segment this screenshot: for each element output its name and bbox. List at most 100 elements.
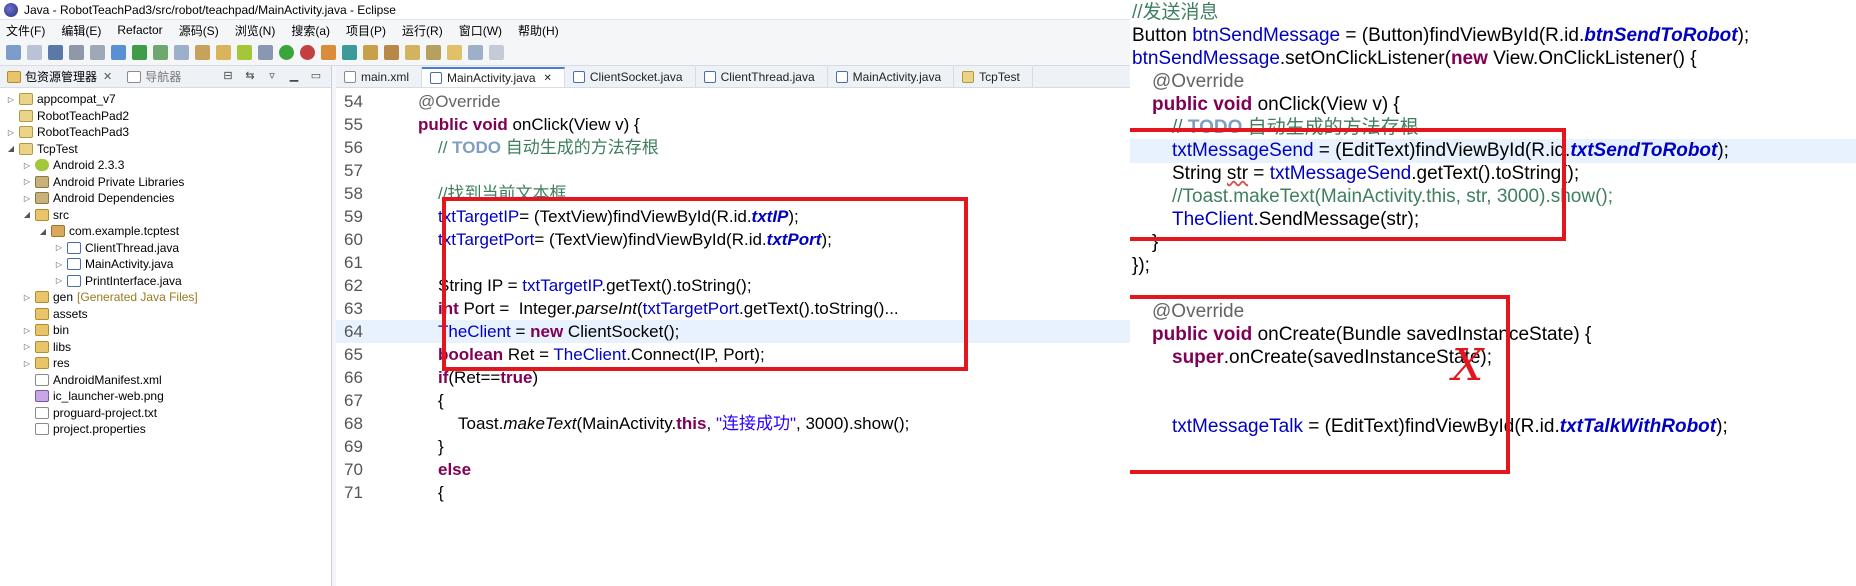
code-line[interactable]: 61 — [336, 251, 1130, 274]
menu-project[interactable]: 项目(P) — [346, 22, 386, 39]
code-line[interactable]: 55 public void onClick(View v) { — [336, 113, 1130, 136]
tree-expand-icon[interactable]: ▷ — [22, 293, 32, 302]
tree-item[interactable]: ◢ TcpTest — [0, 141, 331, 158]
collapse-all-icon[interactable]: ⊟ — [221, 70, 235, 82]
tree-expand-icon[interactable]: ▷ — [22, 161, 32, 170]
tree-item[interactable]: ▷ PrintInterface.java — [0, 273, 331, 290]
tree-expand-icon[interactable]: ◢ — [6, 144, 16, 153]
prev-annotation-icon[interactable] — [447, 45, 462, 60]
code-line[interactable]: 54 @Override — [336, 90, 1130, 113]
close-icon[interactable]: ✕ — [103, 70, 112, 83]
editor-tab[interactable]: ClientThread.java — [696, 67, 828, 87]
link-with-editor-icon[interactable]: ⇆ — [243, 70, 257, 82]
menu-run[interactable]: 运行(R) — [402, 22, 443, 39]
tree-expand-icon[interactable]: ▷ — [22, 194, 32, 203]
tree-expand-icon[interactable]: ▷ — [22, 326, 32, 335]
tree-expand-icon[interactable]: ▷ — [54, 276, 64, 285]
close-tab-icon[interactable]: ✕ — [544, 73, 552, 84]
tree-expand-icon[interactable]: ▷ — [22, 342, 32, 351]
tree-item[interactable]: ▷ Android Private Libraries — [0, 174, 331, 191]
menu-search[interactable]: 搜索(a) — [291, 22, 330, 39]
tree-expand-icon[interactable]: ◢ — [22, 210, 32, 219]
minimize-icon[interactable]: ▁ — [287, 70, 301, 82]
tree-item[interactable]: ▷ Android 2.3.3 — [0, 157, 331, 174]
open-type-icon[interactable] — [321, 45, 336, 60]
code-line[interactable]: 56 // TODO 自动生成的方法存根 — [336, 136, 1130, 159]
new-icon[interactable] — [6, 45, 21, 60]
tree-expand-icon[interactable]: ▷ — [22, 359, 32, 368]
code-line[interactable]: 67 { — [336, 389, 1130, 412]
pin-icon[interactable] — [405, 45, 420, 60]
external-tools-icon[interactable] — [258, 45, 273, 60]
tree-expand-icon[interactable]: ▷ — [22, 177, 32, 186]
new-project-icon[interactable] — [174, 45, 189, 60]
tree-item[interactable]: ▷ Android Dependencies — [0, 190, 331, 207]
tree-item[interactable]: ▷ gen [Generated Java Files] — [0, 289, 331, 306]
code-line[interactable]: 65 boolean Ret = TheClient.Connect(IP, Po… — [336, 343, 1130, 366]
annotation-icon[interactable] — [384, 45, 399, 60]
marker-icon[interactable] — [216, 45, 231, 60]
tree-item[interactable]: ▷ res — [0, 355, 331, 372]
editor-tab[interactable]: main.xml — [336, 67, 423, 87]
android-icon[interactable] — [237, 45, 252, 60]
tab-navigator[interactable]: 导航器 — [124, 68, 181, 85]
tree-item[interactable]: ▷ ClientThread.java — [0, 240, 331, 257]
tree-item[interactable]: ▷ MainActivity.java — [0, 256, 331, 273]
tree-item[interactable]: ic_launcher-web.png — [0, 388, 331, 405]
tree-item[interactable]: ▷ appcompat_v7 — [0, 91, 331, 108]
code-line[interactable]: 64 TheClient = new ClientSocket(); — [336, 320, 1130, 343]
tree-item[interactable]: ▷ bin — [0, 322, 331, 339]
menu-edit[interactable]: 编辑(E) — [61, 22, 101, 39]
run-last-icon[interactable] — [300, 45, 315, 60]
menu-source[interactable]: 源码(S) — [179, 22, 219, 39]
forward-icon[interactable] — [489, 45, 504, 60]
tree-item[interactable]: RobotTeachPad2 — [0, 108, 331, 125]
code-area[interactable]: 54 @Override 55 public void onClick(View v)… — [336, 88, 1130, 586]
tree-item[interactable]: proguard-project.txt — [0, 405, 331, 422]
print-icon[interactable] — [90, 45, 105, 60]
code-line[interactable]: 63 int Port = Integer.parseInt(txtTargetP… — [336, 297, 1130, 320]
run-icon[interactable] — [279, 45, 294, 60]
code-line[interactable]: 70 else — [336, 458, 1130, 481]
avd-manager-icon[interactable] — [132, 45, 147, 60]
editor-tab[interactable]: TcpTest — [954, 67, 1033, 87]
code-line[interactable]: 57 — [336, 159, 1130, 182]
code-line[interactable]: 71 { — [336, 481, 1130, 504]
code-line[interactable]: 68 Toast.makeText(MainActivity.this, "连接成… — [336, 412, 1130, 435]
tree-item[interactable]: ▷ libs — [0, 339, 331, 356]
tree-item[interactable]: ◢ src — [0, 207, 331, 224]
tree-expand-icon[interactable]: ◢ — [38, 227, 48, 236]
menu-file[interactable]: 文件(F) — [6, 22, 45, 39]
editor-tab[interactable]: MainActivity.java ✕ — [422, 67, 565, 87]
save-all-icon[interactable] — [69, 45, 84, 60]
android-sdk-icon[interactable] — [111, 45, 126, 60]
code-line[interactable]: 59 txtTargetIP= (TextView)findViewById(R.… — [336, 205, 1130, 228]
tree-item[interactable]: ▷ RobotTeachPad3 — [0, 124, 331, 141]
view-menu-icon[interactable]: ▿ — [265, 70, 279, 82]
menu-navigate[interactable]: 浏览(N) — [235, 22, 276, 39]
code-line[interactable]: 69} — [336, 435, 1130, 458]
editor-tab[interactable]: ClientSocket.java — [565, 67, 696, 87]
new-dropdown-icon[interactable] — [27, 45, 42, 60]
open-folder-icon[interactable] — [363, 45, 378, 60]
code-line[interactable]: 60 txtTargetPort= (TextView)findViewById(… — [336, 228, 1130, 251]
back-icon[interactable] — [468, 45, 483, 60]
tree-item[interactable]: AndroidManifest.xml — [0, 372, 331, 389]
tree-expand-icon[interactable]: ▷ — [6, 128, 16, 137]
tab-package-explorer[interactable]: 包资源管理器 ✕ — [4, 68, 112, 85]
editor-tab[interactable]: MainActivity.java — [828, 67, 955, 87]
tree-expand-icon[interactable]: ▷ — [54, 260, 64, 269]
tree-item[interactable]: ◢ com.example.tcptest — [0, 223, 331, 240]
tree-expand-icon[interactable]: ▷ — [54, 243, 64, 252]
code-line[interactable]: 62 String IP = txtTargetIP.getText().toSt… — [336, 274, 1130, 297]
maximize-icon[interactable]: ▭ — [309, 70, 323, 82]
next-annotation-icon[interactable] — [426, 45, 441, 60]
menu-help[interactable]: 帮助(H) — [518, 22, 559, 39]
code-line[interactable]: 66 if(Ret==true) — [336, 366, 1130, 389]
code-line[interactable]: 58 //找到当前文本框 — [336, 182, 1130, 205]
tree-item[interactable]: assets — [0, 306, 331, 323]
lint-icon[interactable] — [153, 45, 168, 60]
menu-window[interactable]: 窗口(W) — [459, 22, 502, 39]
tree-expand-icon[interactable]: ▷ — [6, 95, 16, 104]
debug-icon[interactable] — [195, 45, 210, 60]
